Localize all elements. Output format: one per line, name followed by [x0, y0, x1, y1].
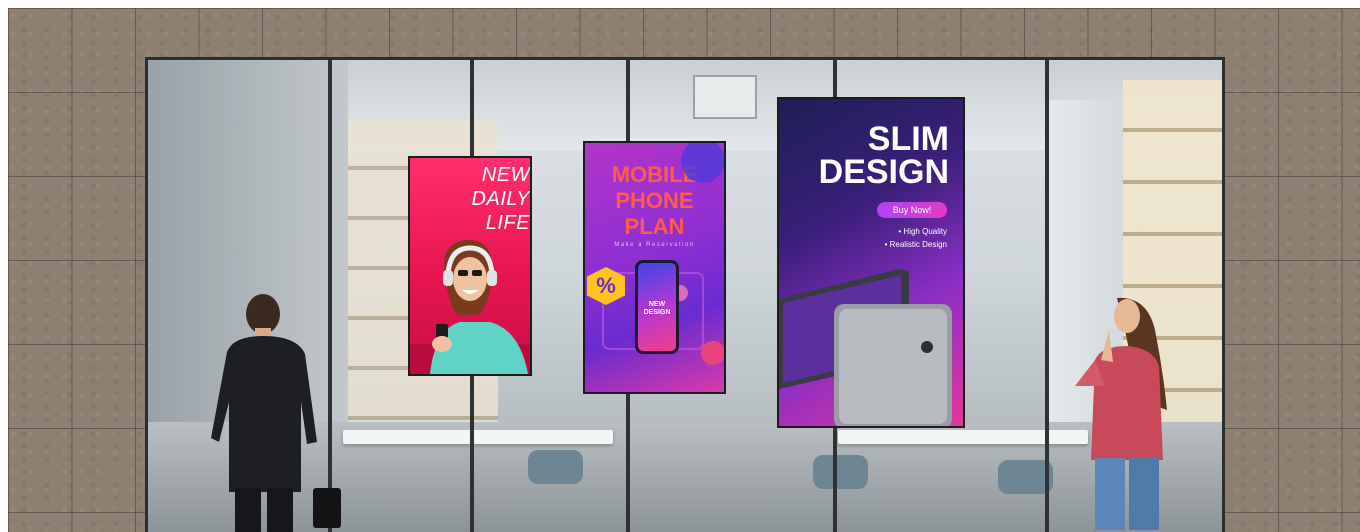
phone-screen-line-1: NEW	[648, 301, 666, 308]
man-in-suit-silhouette	[211, 294, 341, 532]
feature-bullet: • High Quality	[898, 227, 947, 236]
tablet-device-photo	[779, 269, 952, 426]
woman-with-headphones-photo	[410, 239, 530, 374]
screen-left-line-3: LIFE	[485, 212, 530, 234]
woman-on-phone-silhouette	[1075, 297, 1167, 530]
screen-left-line-1: NEW	[481, 164, 530, 186]
window-mullion	[1045, 60, 1049, 532]
discount-badge-label: %	[596, 273, 616, 298]
digital-signage-screen-left: NEW DAILY LIFE	[408, 156, 532, 376]
office-desk	[838, 430, 1088, 444]
office-desk	[343, 430, 613, 444]
screen-right-line-2: DESIGN	[818, 153, 949, 191]
digital-signage-screen-right: SLIM DESIGN Buy Now! • High Quality • Re…	[777, 97, 965, 428]
buy-now-button: Buy Now!	[877, 202, 947, 218]
ceiling-vent	[693, 75, 757, 119]
digital-signage-screen-center: MOBILE PHONE PLAN Make a Reservation % N…	[583, 141, 726, 394]
screen-left-line-2: DAILY	[471, 188, 530, 210]
smartphone-mockup: NEW DESIGN	[635, 260, 679, 354]
screen-right-line-1: SLIM	[867, 120, 949, 158]
office-chair	[813, 455, 868, 489]
phone-screen-line-2: DESIGN	[643, 309, 671, 316]
storefront-scene: NEW DAILY LIFE MOBILE PHONE PLAN Make a …	[0, 0, 1360, 532]
feature-bullet: • Realistic Design	[884, 240, 947, 249]
office-chair	[528, 450, 583, 484]
